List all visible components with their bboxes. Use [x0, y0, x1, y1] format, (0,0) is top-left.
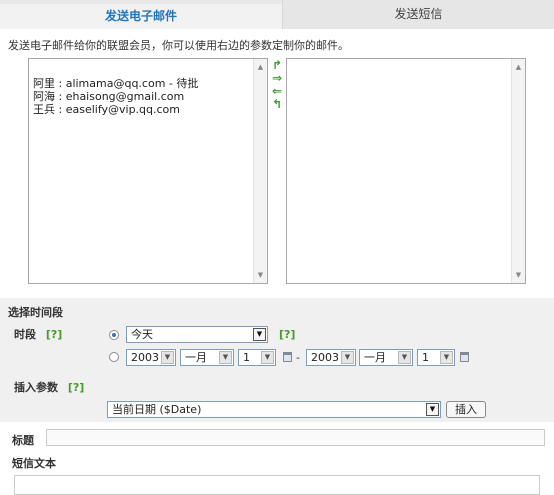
- calendar-icon[interactable]: [460, 352, 469, 362]
- body-textarea[interactable]: [14, 475, 540, 495]
- chevron-down-icon: ▼: [341, 351, 354, 364]
- move-buttons: ↱ ⇒ ⇐ ↰: [268, 59, 286, 112]
- param-select-value: 当前日期 ($Date): [112, 403, 202, 416]
- insert-button[interactable]: 插入: [446, 401, 486, 418]
- time-section-title: 选择时间段: [8, 306, 63, 319]
- to-day-select[interactable]: 1 ▼: [417, 349, 455, 366]
- move-all-left-icon[interactable]: ↰: [268, 98, 286, 110]
- from-year-value: 2003: [131, 351, 159, 364]
- body-label: 短信文本: [12, 457, 56, 470]
- recipient-list-scrollbar[interactable]: ▲ ▼: [253, 59, 267, 283]
- to-month-select[interactable]: 一月 ▼: [359, 349, 413, 366]
- chevron-down-icon: ▼: [219, 351, 232, 364]
- from-month-value: 一月: [185, 351, 207, 364]
- chevron-down-icon: ▼: [440, 351, 453, 364]
- selected-list[interactable]: ▲ ▼: [286, 58, 526, 284]
- scroll-up-icon[interactable]: ▲: [512, 61, 525, 73]
- range-separator: -: [296, 351, 300, 364]
- recipient-item[interactable]: 阿里 : alimama@qq.com - 待批: [33, 77, 198, 90]
- calendar-icon[interactable]: [283, 352, 292, 362]
- period-label: 时段 [?]: [14, 326, 62, 342]
- from-day-value: 1: [243, 351, 250, 364]
- chevron-down-icon: ▼: [261, 351, 274, 364]
- move-left-icon[interactable]: ⇐: [268, 85, 286, 97]
- time-section: 选择时间段 时段 [?] 今天 ▼ [?] 2003 ▼ 一月 ▼ 1 ▼ - …: [0, 298, 554, 374]
- tab-bar: 发送电子邮件 发送短信: [0, 0, 554, 29]
- preset-help-link[interactable]: [?]: [279, 328, 295, 341]
- param-select[interactable]: 当前日期 ($Date) ▼: [107, 401, 441, 418]
- chevron-down-icon: ▼: [398, 351, 411, 364]
- to-year-value: 2003: [311, 351, 339, 364]
- selected-list-scrollbar[interactable]: ▲ ▼: [511, 59, 525, 283]
- scroll-down-icon[interactable]: ▼: [512, 269, 525, 281]
- insert-label-text: 插入参数: [14, 381, 58, 394]
- chevron-down-icon: ▼: [161, 351, 174, 364]
- range-radio[interactable]: [109, 352, 119, 362]
- recipient-lines: 阿里 : alimama@qq.com - 待批 阿海 : ehaisong@g…: [33, 77, 198, 116]
- insert-help-link[interactable]: [?]: [68, 381, 84, 394]
- to-year-select[interactable]: 2003 ▼: [306, 349, 356, 366]
- subject-input[interactable]: [46, 429, 545, 446]
- from-year-select[interactable]: 2003 ▼: [126, 349, 176, 366]
- recipient-item[interactable]: 阿海 : ehaisong@gmail.com: [33, 90, 198, 103]
- insert-label: 插入参数 [?]: [14, 379, 84, 395]
- from-day-select[interactable]: 1 ▼: [238, 349, 276, 366]
- period-help-link[interactable]: [?]: [46, 328, 62, 341]
- preset-select-value: 今天: [131, 328, 153, 341]
- tab-send-sms[interactable]: 发送短信: [282, 0, 554, 29]
- insert-section: 插入参数 [?] 当前日期 ($Date) ▼ 插入: [0, 374, 554, 422]
- intro-text: 发送电子邮件给你的联盟会员，你可以使用右边的参数定制你的邮件。: [8, 39, 349, 52]
- scroll-up-icon[interactable]: ▲: [254, 61, 267, 73]
- preset-select[interactable]: 今天 ▼: [126, 326, 268, 343]
- move-all-right-icon[interactable]: ↱: [268, 59, 286, 71]
- tab-send-email[interactable]: 发送电子邮件: [0, 0, 282, 29]
- recipient-list[interactable]: 阿里 : alimama@qq.com - 待批 阿海 : ehaisong@g…: [28, 58, 268, 284]
- to-month-value: 一月: [364, 351, 386, 364]
- preset-radio[interactable]: [109, 330, 119, 340]
- chevron-down-icon: ▼: [426, 403, 439, 416]
- period-label-text: 时段: [14, 328, 36, 341]
- from-month-select[interactable]: 一月 ▼: [180, 349, 234, 366]
- chevron-down-icon: ▼: [253, 328, 266, 341]
- recipient-item[interactable]: 王兵 : easelify@vip.qq.com: [33, 103, 198, 116]
- subject-label: 标题: [12, 434, 34, 447]
- to-day-value: 1: [422, 351, 429, 364]
- scroll-down-icon[interactable]: ▼: [254, 269, 267, 281]
- move-right-icon[interactable]: ⇒: [268, 72, 286, 84]
